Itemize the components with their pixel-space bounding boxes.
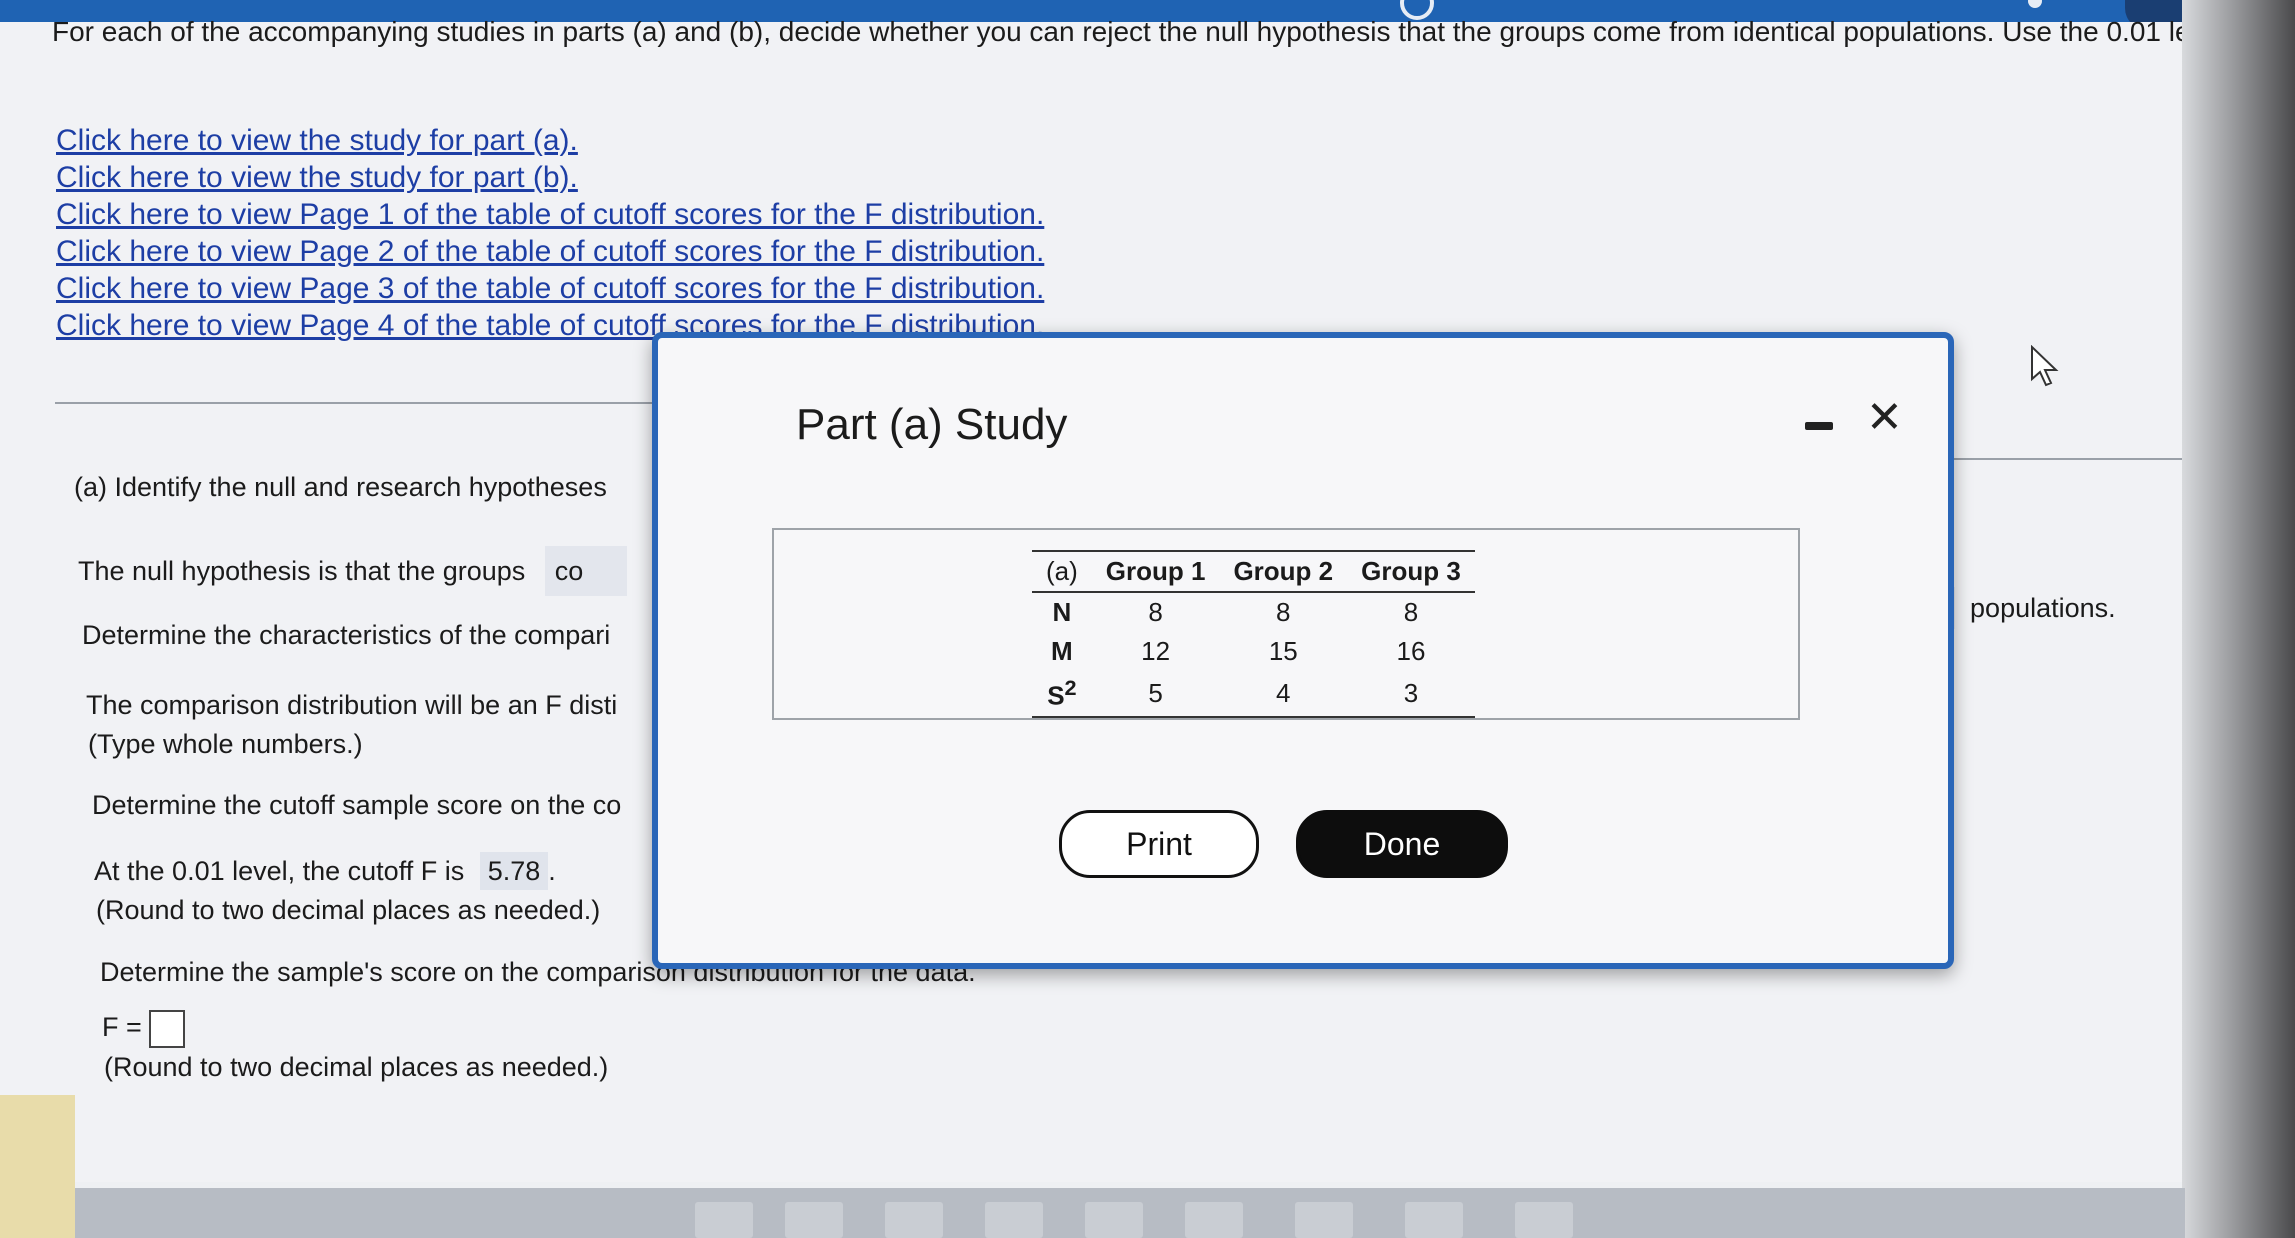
- type-whole-note: (Type whole numbers.): [88, 729, 363, 759]
- link-f-table-page-1[interactable]: Click here to view Page 1 of the table o…: [56, 196, 1044, 233]
- f-answer-row: F =: [102, 1010, 186, 1048]
- row-label-n: N: [1052, 597, 1072, 627]
- table-row-m: M 12 15 16: [1032, 632, 1475, 671]
- dialog-title: Part (a) Study: [796, 400, 1068, 449]
- bottom-toolbar: [75, 1188, 2185, 1238]
- cutoff-answer-prefix: At the 0.01 level, the cutoff F is: [94, 856, 465, 886]
- toolbar-button-3[interactable]: [885, 1202, 943, 1238]
- table-row-s2: S2 5 4 3: [1032, 671, 1475, 717]
- table-cell: 8: [1148, 597, 1163, 627]
- table-cell: 12: [1141, 636, 1171, 666]
- characteristics-prompt: Determine the characteristics of the com…: [82, 620, 611, 650]
- f-answer-input[interactable]: [149, 1010, 186, 1048]
- minimize-icon[interactable]: [1805, 422, 1833, 430]
- round-note-1: (Round to two decimal places as needed.): [96, 895, 601, 925]
- toolbar-button-6[interactable]: [1185, 1202, 1243, 1238]
- row-label-s-exponent: 2: [1064, 675, 1077, 700]
- null-hypothesis-prefix: The null hypothesis is that the groups: [78, 556, 526, 586]
- table-cell: 3: [1403, 677, 1419, 708]
- table-cell: 5: [1148, 677, 1163, 708]
- table-header-group-2: Group 2: [1233, 556, 1334, 586]
- table-header-row: (a) Group 1 Group 2 Group 3: [1032, 551, 1475, 592]
- link-f-table-page-3[interactable]: Click here to view Page 3 of the table o…: [56, 270, 1044, 307]
- toolbar-button-8[interactable]: [1405, 1202, 1463, 1238]
- part-a-prompt: (a) Identify the null and research hypot…: [74, 472, 607, 502]
- toolbar-button-5[interactable]: [1085, 1202, 1143, 1238]
- table-row-n: N 8 8 8: [1032, 592, 1475, 632]
- cutoff-answer-row: At the 0.01 level, the cutoff F is 5.78.: [94, 852, 556, 890]
- instructions-text: For each of the accompanying studies in …: [52, 16, 2235, 47]
- toolbar-button-9[interactable]: [1515, 1202, 1573, 1238]
- divider-left: [55, 402, 655, 404]
- null-hypothesis-row: The null hypothesis is that the groups c…: [78, 546, 627, 596]
- done-button[interactable]: Done: [1296, 810, 1508, 878]
- row-label-s: S: [1047, 680, 1065, 711]
- table-cell: 15: [1268, 636, 1298, 666]
- print-button[interactable]: Print: [1059, 810, 1259, 878]
- toolbar-button-7[interactable]: [1295, 1202, 1353, 1238]
- cutoff-answer-field[interactable]: 5.78: [479, 852, 549, 890]
- link-study-part-b[interactable]: Click here to view the study for part (b…: [56, 159, 1044, 196]
- left-bottom-strip: [0, 1095, 75, 1238]
- round-note-2: (Round to two decimal places as needed.): [104, 1052, 609, 1082]
- study-table-frame: (a) Group 1 Group 2 Group 3 N 8 8 8 M 12…: [772, 528, 1800, 720]
- table-cell: 8: [1276, 597, 1291, 627]
- table-cell: 16: [1396, 636, 1426, 666]
- table-header-group-1: Group 1: [1105, 556, 1206, 586]
- table-corner-label: (a): [1046, 556, 1078, 586]
- cutoff-prompt: Determine the cutoff sample score on the…: [92, 790, 622, 820]
- mouse-pointer-icon: [2031, 345, 2059, 387]
- null-hypothesis-dropdown[interactable]: co: [544, 546, 627, 596]
- toolbar-button-4[interactable]: [985, 1202, 1043, 1238]
- link-f-table-page-2[interactable]: Click here to view Page 2 of the table o…: [56, 233, 1044, 270]
- toolbar-button-1[interactable]: [695, 1202, 753, 1238]
- comparison-distribution-text: The comparison distribution will be an F…: [86, 690, 618, 720]
- table-cell: 8: [1403, 597, 1419, 627]
- table-header-group-3: Group 3: [1361, 556, 1461, 586]
- table-cell: 4: [1276, 677, 1291, 708]
- close-icon[interactable]: ✕: [1866, 396, 1903, 440]
- resource-links: Click here to view the study for part (a…: [56, 122, 1044, 344]
- populations-tail: populations.: [1970, 593, 2116, 623]
- screen-right-edge: [2182, 0, 2295, 1238]
- study-data-table: (a) Group 1 Group 2 Group 3 N 8 8 8 M 12…: [1032, 550, 1475, 718]
- header-dot-icon: [2028, 0, 2042, 8]
- f-label: F =: [102, 1012, 142, 1043]
- row-label-s2: S2: [1032, 671, 1092, 717]
- toolbar-button-2[interactable]: [785, 1202, 843, 1238]
- link-study-part-a[interactable]: Click here to view the study for part (a…: [56, 122, 1044, 159]
- row-label-m: M: [1051, 636, 1073, 666]
- part-a-study-dialog: Part (a) Study ✕ (a) Group 1 Group 2 Gro…: [652, 332, 1954, 969]
